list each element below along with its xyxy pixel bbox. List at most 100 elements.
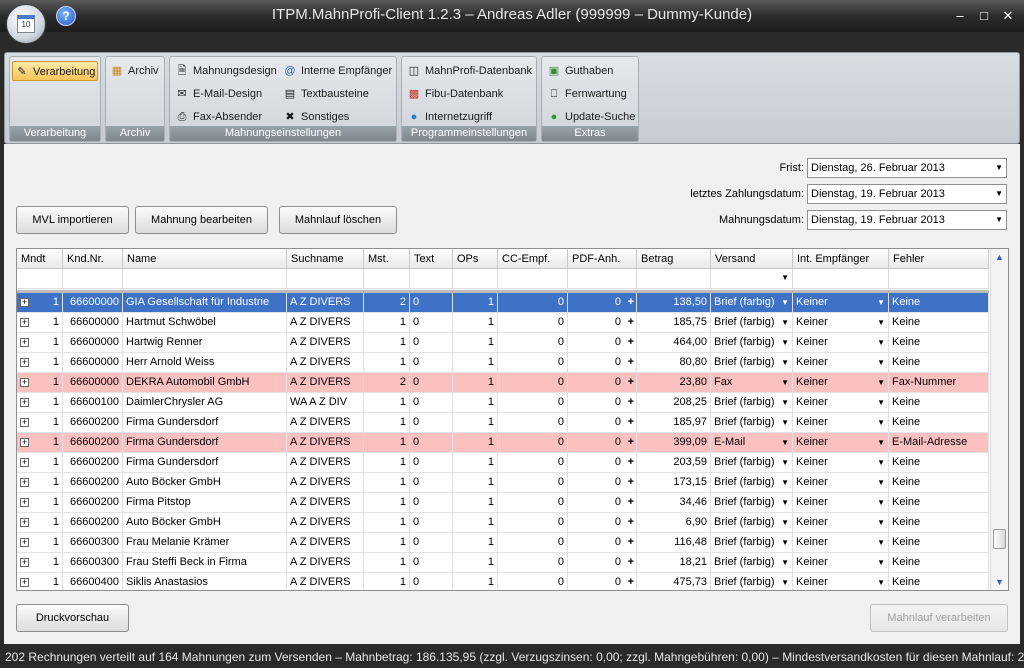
- vertical-scrollbar[interactable]: ▲ ▼: [990, 249, 1008, 590]
- scroll-down-icon[interactable]: ▼: [991, 574, 1008, 590]
- filter-cell-versand[interactable]: ▼: [711, 269, 793, 289]
- cell-int[interactable]: Keiner ▼: [793, 553, 889, 573]
- filter-cell-cc[interactable]: [498, 269, 568, 289]
- expand-icon[interactable]: +: [20, 438, 29, 447]
- ribbon-sonstiges-button[interactable]: ✖ Sonstiges: [281, 107, 349, 127]
- filter-cell-betrag[interactable]: [637, 269, 711, 289]
- zahlungsdatum-select[interactable]: Dienstag, 19. Februar 2013 ▼: [807, 184, 1007, 204]
- filter-cell-int[interactable]: [793, 269, 889, 289]
- add-attachment-icon[interactable]: +: [628, 513, 634, 532]
- table-row[interactable]: +1 66600200 Firma Pitstop A Z DIVERS 1 0 1 0 0 +3…: [17, 493, 989, 513]
- cell-versand[interactable]: Brief (farbig) ▼: [711, 573, 793, 590]
- add-attachment-icon[interactable]: +: [628, 553, 634, 572]
- cell-versand[interactable]: Fax ▼: [711, 373, 793, 393]
- cell-versand[interactable]: Brief (farbig) ▼: [711, 333, 793, 353]
- cell-versand[interactable]: Brief (farbig) ▼: [711, 453, 793, 473]
- expand-icon[interactable]: +: [20, 318, 29, 327]
- table-row[interactable]: +1 66600000 GIA Gesellschaft für Industrie…: [17, 293, 989, 313]
- cell-int[interactable]: Keiner ▼: [793, 433, 889, 453]
- cell-versand[interactable]: Brief (farbig) ▼: [711, 413, 793, 433]
- filter-cell-ops[interactable]: [453, 269, 498, 289]
- expand-icon[interactable]: +: [20, 358, 29, 367]
- cell-versand[interactable]: Brief (farbig) ▼: [711, 533, 793, 553]
- cell-int[interactable]: Keiner ▼: [793, 393, 889, 413]
- cell-int[interactable]: Keiner ▼: [793, 453, 889, 473]
- table-row[interactable]: +1 66600300 Frau Melanie Krämer A Z DIVERS 1…: [17, 533, 989, 553]
- cell-versand[interactable]: E-Mail ▼: [711, 433, 793, 453]
- expand-icon[interactable]: +: [20, 518, 29, 527]
- ribbon-internetzugriff-button[interactable]: ● Internetzugriff: [405, 107, 492, 127]
- ribbon-interne-empfaenger-button[interactable]: @ Interne Empfänger: [281, 61, 392, 81]
- add-attachment-icon[interactable]: +: [628, 393, 634, 412]
- add-attachment-icon[interactable]: +: [628, 473, 634, 492]
- ribbon-email-design-button[interactable]: ✉ E-Mail-Design: [173, 84, 262, 104]
- table-row[interactable]: +1 66600300 Frau Steffi Beck in Firma A Z D…: [17, 553, 989, 573]
- ribbon-guthaben-button[interactable]: ▣ Guthaben: [545, 61, 614, 81]
- expand-icon[interactable]: +: [20, 418, 29, 427]
- ribbon-textbausteine-button[interactable]: ▤ Textbausteine: [281, 84, 369, 104]
- filter-cell-such[interactable]: [287, 269, 364, 289]
- cell-int[interactable]: Keiner ▼: [793, 473, 889, 493]
- ribbon-verarbeitung-button[interactable]: ✎ Verarbeitung: [12, 61, 98, 81]
- column-header-such[interactable]: Suchname: [287, 249, 364, 269]
- add-attachment-icon[interactable]: +: [628, 333, 634, 352]
- cell-int[interactable]: Keiner ▼: [793, 413, 889, 433]
- table-row[interactable]: +1 66600400 Siklis Anastasios A Z DIVERS 1 0 1…: [17, 573, 989, 590]
- mvl-import-button[interactable]: MVL importieren: [16, 206, 129, 234]
- ribbon-update-suche-button[interactable]: ● Update-Suche: [545, 107, 636, 127]
- expand-icon[interactable]: +: [20, 498, 29, 507]
- table-row[interactable]: +1 66600000 Hartmut Schwöbel A Z DIVERS 1 0 1 0…: [17, 313, 989, 333]
- column-header-cc[interactable]: CC-Empf.: [498, 249, 568, 269]
- table-row[interactable]: +1 66600200 Firma Gundersdorf A Z DIVERS 1 0 1…: [17, 413, 989, 433]
- cell-int[interactable]: Keiner ▼: [793, 333, 889, 353]
- filter-cell-mst[interactable]: [364, 269, 410, 289]
- add-attachment-icon[interactable]: +: [628, 433, 634, 452]
- add-attachment-icon[interactable]: +: [628, 413, 634, 432]
- expand-icon[interactable]: +: [20, 578, 29, 587]
- add-attachment-icon[interactable]: +: [628, 293, 634, 312]
- column-header-name[interactable]: Name: [123, 249, 287, 269]
- delete-run-button[interactable]: Mahnlauf löschen: [279, 206, 397, 234]
- cell-int[interactable]: Keiner ▼: [793, 513, 889, 533]
- cell-versand[interactable]: Brief (farbig) ▼: [711, 473, 793, 493]
- cell-int[interactable]: Keiner ▼: [793, 573, 889, 590]
- column-header-ops[interactable]: OPs: [453, 249, 498, 269]
- table-row[interactable]: +1 66600100 DaimlerChrysler AG WA A Z DIV 1 0…: [17, 393, 989, 413]
- add-attachment-icon[interactable]: +: [628, 573, 634, 590]
- expand-icon[interactable]: +: [20, 398, 29, 407]
- expand-icon[interactable]: +: [20, 458, 29, 467]
- cell-versand[interactable]: Brief (farbig) ▼: [711, 393, 793, 413]
- ribbon-archiv-button[interactable]: ▦ Archiv: [108, 61, 159, 81]
- column-header-mst[interactable]: Mst.: [364, 249, 410, 269]
- ribbon-fernwartung-button[interactable]: ⎕ Fernwartung: [545, 84, 627, 104]
- column-header-text[interactable]: Text: [410, 249, 453, 269]
- cell-int[interactable]: Keiner ▼: [793, 373, 889, 393]
- add-attachment-icon[interactable]: +: [628, 493, 634, 512]
- cell-versand[interactable]: Brief (farbig) ▼: [711, 493, 793, 513]
- cell-int[interactable]: Keiner ▼: [793, 353, 889, 373]
- edit-reminder-button[interactable]: Mahnung bearbeiten: [135, 206, 268, 234]
- restore-button[interactable]: □: [975, 8, 993, 24]
- column-header-pdf[interactable]: PDF-Anh.: [568, 249, 637, 269]
- column-header-fehler[interactable]: Fehler: [889, 249, 989, 269]
- add-attachment-icon[interactable]: +: [628, 373, 634, 392]
- scroll-up-icon[interactable]: ▲: [991, 249, 1008, 265]
- table-row[interactable]: +1 66600000 DEKRA Automobil GmbH A Z DIVERS…: [17, 373, 989, 393]
- column-header-versand[interactable]: Versand: [711, 249, 793, 269]
- process-run-button[interactable]: Mahnlauf verarbeiten: [870, 604, 1008, 632]
- filter-cell-pdf[interactable]: [568, 269, 637, 289]
- filter-cell-text[interactable]: [410, 269, 453, 289]
- add-attachment-icon[interactable]: +: [628, 453, 634, 472]
- minimize-button[interactable]: –: [951, 8, 969, 24]
- table-row[interactable]: +1 66600200 Firma Gundersdorf A Z DIVERS 1 0 1…: [17, 453, 989, 473]
- expand-icon[interactable]: +: [20, 478, 29, 487]
- column-header-mndt[interactable]: Mndt: [17, 249, 63, 269]
- help-button[interactable]: ?: [56, 6, 76, 26]
- frist-select[interactable]: Dienstag, 26. Februar 2013 ▼: [807, 158, 1007, 178]
- ribbon-fibu-datenbank-button[interactable]: ▩ Fibu-Datenbank: [405, 84, 503, 104]
- cell-int[interactable]: Keiner ▼: [793, 533, 889, 553]
- print-preview-button[interactable]: Druckvorschau: [16, 604, 129, 632]
- scroll-thumb[interactable]: [993, 529, 1006, 549]
- filter-cell-mndt[interactable]: [17, 269, 63, 289]
- column-header-int[interactable]: Int. Empfänger: [793, 249, 889, 269]
